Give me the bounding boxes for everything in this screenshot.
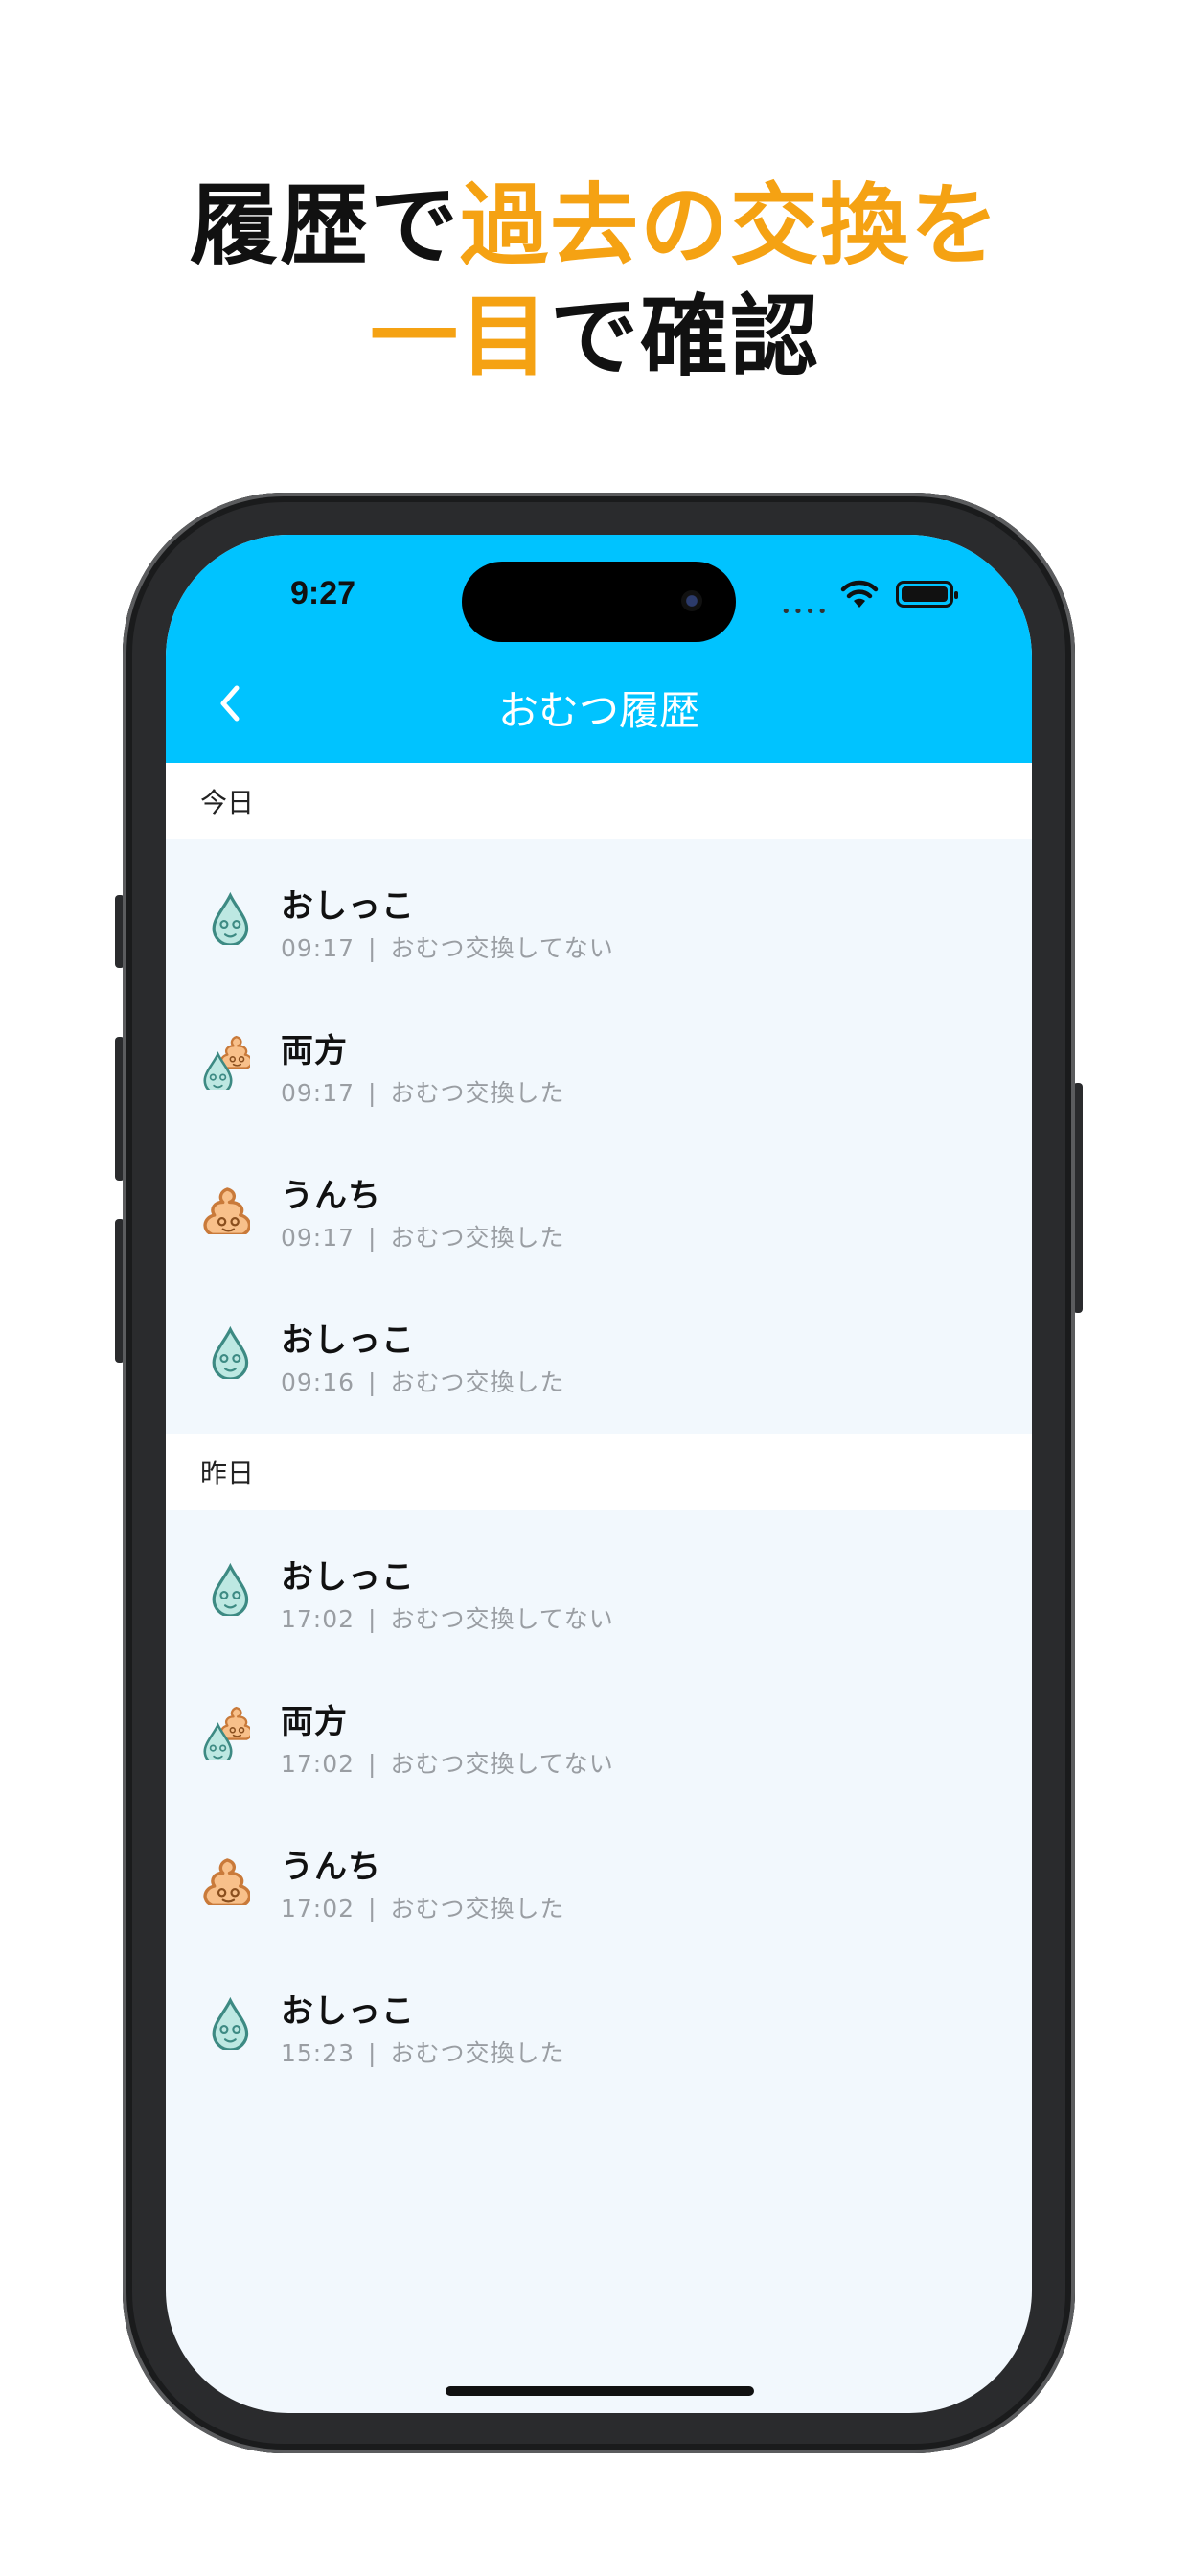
phone-screen: 9:27 •••• おむつ履歴 今日 おしっこ 09:17 | おむつ交換してない — [166, 535, 1032, 2413]
header-bar: 9:27 •••• おむつ履歴 — [166, 535, 1032, 763]
history-row[interactable]: おしっこ 09:16 | おむつ交換した — [166, 1281, 1032, 1426]
row-meta: 09:17 | おむつ交換してない — [281, 930, 614, 964]
row-meta: 09:17 | おむつ交換した — [281, 1219, 565, 1254]
row-meta: 17:02 | おむつ交換してない — [281, 1600, 614, 1635]
row-separator: | — [368, 1079, 378, 1107]
row-title: うんち — [281, 1177, 381, 1215]
row-title: うんち — [281, 1848, 381, 1886]
row-title: おしっこ — [281, 1558, 415, 1597]
history-row[interactable]: おしっこ 09:17 | おむつ交換してない — [166, 847, 1032, 992]
row-status: おむつ交換した — [390, 2039, 565, 2067]
row-meta: 09:17 | おむつ交換した — [281, 1074, 565, 1109]
row-separator: | — [368, 1895, 378, 1922]
row-status: おむつ交換した — [390, 1079, 565, 1107]
drop-and-poop-icon — [203, 1035, 250, 1090]
row-status: おむつ交換してない — [390, 934, 614, 962]
row-separator: | — [368, 1750, 378, 1778]
row-title: 両方 — [281, 1032, 348, 1070]
row-status: おむつ交換してない — [390, 1750, 614, 1778]
row-time: 09:17 — [281, 934, 355, 962]
home-indicator[interactable] — [446, 2386, 754, 2396]
row-meta: 15:23 | おむつ交換した — [281, 2035, 565, 2069]
row-separator: | — [368, 1605, 378, 1633]
row-time: 09:17 — [281, 1224, 355, 1252]
row-status: おむつ交換した — [390, 1895, 565, 1922]
row-meta: 09:16 | おむつ交換した — [281, 1364, 565, 1398]
row-time: 09:17 — [281, 1079, 355, 1107]
page-title: おむつ履歴 — [497, 687, 699, 734]
history-row[interactable]: 両方 09:17 | おむつ交換した — [166, 992, 1032, 1137]
section-header: 昨日 — [166, 1434, 1032, 1510]
row-time: 17:02 — [281, 1605, 355, 1633]
section-body: おしっこ 17:02 | おむつ交換してない 両方 17:02 | おむつ交換してない … — [166, 1510, 1032, 2104]
row-time: 17:02 — [281, 1750, 355, 1778]
history-row[interactable]: おしっこ 15:23 | おむつ交換した — [166, 1952, 1032, 2097]
water-drop-icon — [212, 891, 249, 945]
row-title: おしっこ — [281, 1992, 415, 2031]
promo-text-accent: 過去の交換を — [460, 174, 1001, 277]
promo-text-dark: で確認 — [550, 286, 821, 388]
poop-icon — [203, 1187, 250, 1234]
promo-headline: 履歴で過去の交換を 一目で確認 — [0, 171, 1190, 393]
row-separator: | — [368, 2039, 378, 2067]
row-separator: | — [368, 1224, 378, 1252]
row-title: おしっこ — [281, 887, 415, 926]
history-row[interactable]: おしっこ 17:02 | おむつ交換してない — [166, 1518, 1032, 1663]
history-row[interactable]: うんち 17:02 | おむつ交換した — [166, 1807, 1032, 1952]
row-time: 17:02 — [281, 1895, 355, 1922]
cellular-signal-icon: •••• — [781, 602, 830, 622]
promo-text-dark: 履歴で — [189, 174, 460, 277]
row-title: 両方 — [281, 1703, 348, 1741]
battery-icon — [896, 581, 958, 608]
section-header: 今日 — [166, 763, 1032, 840]
row-separator: | — [368, 934, 378, 962]
poop-icon — [203, 1858, 250, 1905]
water-drop-icon — [212, 1325, 249, 1379]
wifi-icon — [840, 580, 879, 608]
history-list: 今日 おしっこ 09:17 | おむつ交換してない 両方 09:17 | おむつ交換した… — [166, 763, 1032, 2104]
section-body: おしっこ 09:17 | おむつ交換してない 両方 09:17 | おむつ交換した うん… — [166, 840, 1032, 1434]
row-separator: | — [368, 1368, 378, 1396]
row-status: おむつ交換した — [390, 1368, 565, 1396]
row-meta: 17:02 | おむつ交換してない — [281, 1745, 614, 1780]
history-row[interactable]: うんち 09:17 | おむつ交換した — [166, 1137, 1032, 1281]
promo-line-2: 一目で確認 — [0, 282, 1190, 393]
row-meta: 17:02 | おむつ交換した — [281, 1890, 565, 1924]
promo-text-accent: 一目 — [369, 286, 550, 388]
row-title: おしっこ — [281, 1322, 415, 1360]
row-status: おむつ交換してない — [390, 1605, 614, 1633]
row-time: 09:16 — [281, 1368, 355, 1396]
drop-and-poop-icon — [203, 1706, 250, 1760]
row-time: 15:23 — [281, 2039, 355, 2067]
row-status: おむつ交換した — [390, 1224, 565, 1252]
history-row[interactable]: 両方 17:02 | おむつ交換してない — [166, 1663, 1032, 1807]
water-drop-icon — [212, 1996, 249, 2050]
water-drop-icon — [212, 1562, 249, 1616]
promo-line-1: 履歴で過去の交換を — [0, 171, 1190, 282]
status-time: 9:27 — [290, 575, 356, 611]
camera-icon — [681, 590, 702, 611]
